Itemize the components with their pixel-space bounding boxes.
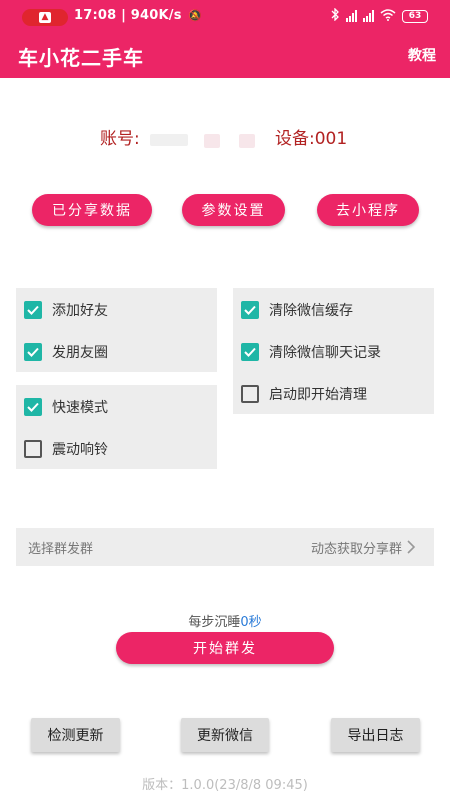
params-settings-button[interactable]: 参数设置 [182, 194, 285, 226]
redacted-mark [204, 134, 220, 148]
redacted-mark-2 [239, 134, 255, 148]
option-fast-mode[interactable]: 快速模式 [24, 397, 108, 417]
option-label: 添加好友 [52, 303, 108, 319]
option-label: 清除微信聊天记录 [269, 345, 381, 361]
app-bar: 车小花二手车 教程 [0, 32, 450, 78]
tutorial-button[interactable]: 教程 [408, 45, 436, 65]
time-speed: 17:08 | 940K/s [74, 8, 182, 23]
mini-program-button[interactable]: 去小程序 [317, 194, 419, 226]
checkbox-checked-icon[interactable] [241, 301, 259, 319]
sleep-value[interactable]: 0 [240, 615, 248, 630]
option-clear-chat[interactable]: 清除微信聊天记录 [241, 342, 381, 362]
status-right: 63 [331, 7, 428, 24]
battery-icon: 63 [402, 9, 428, 23]
checkbox-checked-icon[interactable] [24, 301, 42, 319]
wifi-icon [380, 8, 396, 24]
checkbox-unchecked-icon[interactable] [241, 385, 259, 403]
option-post-moments[interactable]: 发朋友圈 [24, 342, 108, 362]
checkbox-checked-icon[interactable] [24, 343, 42, 361]
chevron-right-icon [407, 540, 416, 554]
checkbox-checked-icon[interactable] [241, 343, 259, 361]
device-label: 设备:001 [275, 129, 348, 149]
account-value-redacted [150, 134, 188, 146]
select-group-label: 选择群发群 [28, 541, 94, 557]
option-vibrate-ring[interactable]: 震动响铃 [24, 439, 108, 459]
mute-bell-icon: 🔕 [188, 9, 203, 22]
options-panel-mode: 快速模式 震动响铃 [16, 385, 217, 469]
dynamic-group-label: 动态获取分享群 [310, 541, 402, 557]
version-text: 版本：1.0.0(23/8/8 09:45) [142, 778, 308, 793]
select-group-row[interactable]: 选择群发群 动态获取分享群 [16, 528, 434, 566]
signal-icon-2 [363, 10, 374, 22]
option-clean-on-start[interactable]: 启动即开始清理 [241, 384, 367, 404]
screen-record-indicator[interactable]: ▲ [22, 9, 68, 26]
sleep-prefix: 每步沉睡 [188, 615, 241, 630]
sleep-interval-text: 每步沉睡0秒 [0, 611, 450, 630]
option-label: 震动响铃 [52, 442, 108, 458]
check-update-button[interactable]: 检测更新 [31, 718, 120, 752]
bluetooth-icon [331, 7, 340, 24]
checkbox-unchecked-icon[interactable] [24, 440, 42, 458]
signal-icon [346, 10, 357, 22]
status-bar: ▲ 17:08 | 940K/s 🔕 63 [0, 0, 450, 32]
option-clear-cache[interactable]: 清除微信缓存 [241, 300, 353, 320]
option-label: 清除微信缓存 [269, 303, 353, 319]
battery-level: 63 [408, 11, 422, 21]
checkbox-checked-icon[interactable] [24, 398, 42, 416]
status-left: 17:08 | 940K/s 🔕 [74, 8, 202, 23]
option-add-friend[interactable]: 添加好友 [24, 300, 108, 320]
export-log-button[interactable]: 导出日志 [331, 718, 420, 752]
update-wechat-button[interactable]: 更新微信 [181, 718, 269, 752]
account-label: 账号: [100, 129, 140, 149]
app-title: 车小花二手车 [18, 46, 144, 70]
option-label: 发朋友圈 [52, 345, 108, 361]
options-panel-clean: 清除微信缓存 清除微信聊天记录 启动即开始清理 [233, 288, 434, 414]
start-broadcast-button[interactable]: 开始群发 [116, 632, 334, 664]
record-icon: ▲ [39, 12, 51, 23]
option-label: 快速模式 [52, 400, 108, 416]
sleep-unit: 秒 [248, 615, 262, 630]
shared-data-button[interactable]: 已分享数据 [32, 194, 152, 226]
option-label: 启动即开始清理 [269, 387, 367, 403]
options-panel-friends: 添加好友 发朋友圈 [16, 288, 217, 372]
